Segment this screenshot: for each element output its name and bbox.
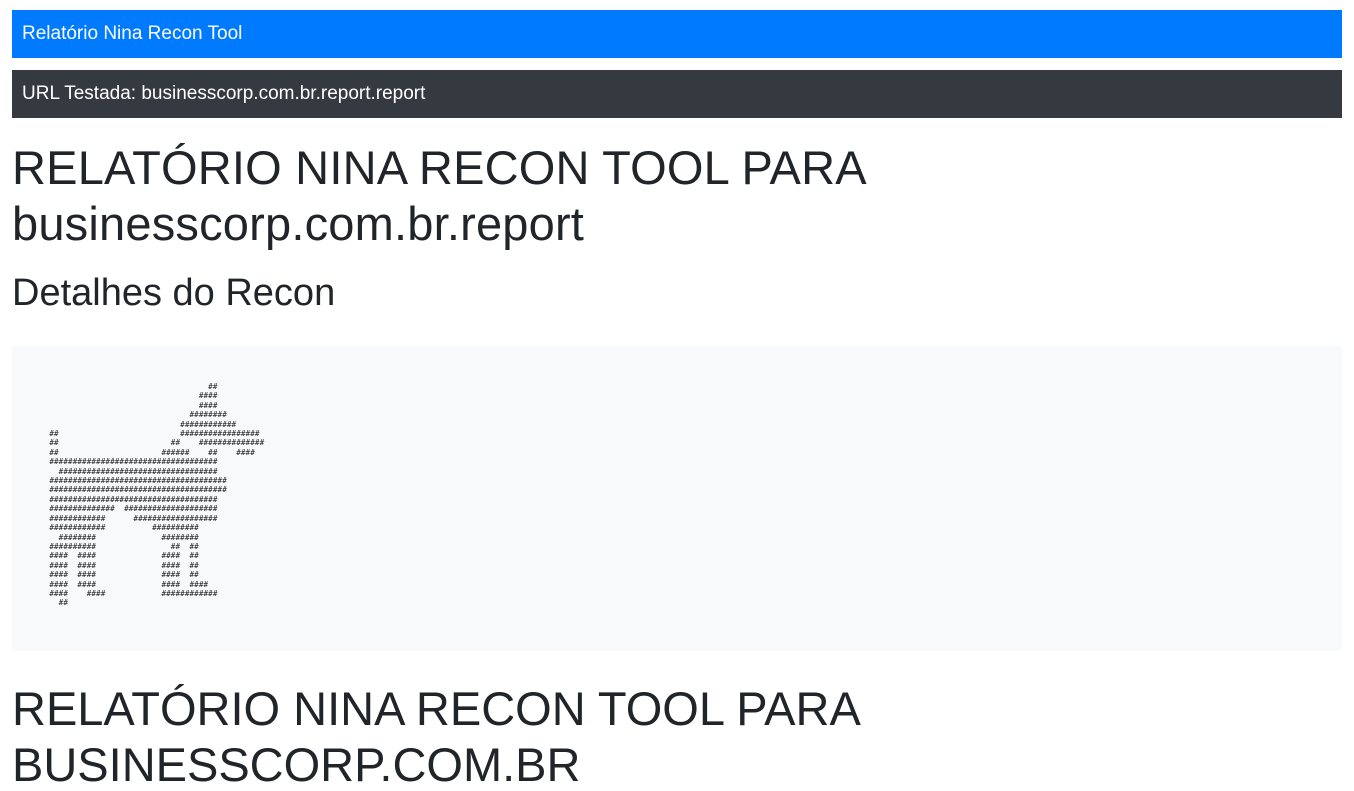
report-title-line2: businesscorp.com.br.report [12,197,585,250]
report-title-secondary-line2: BUSINESSCORP.COM.BR [12,738,581,791]
tested-url-text: URL Testada: businesscorp.com.br.report.… [22,83,426,104]
ascii-art-box: ## #### #### ######## ############ ## ##… [12,346,1342,651]
navbar-brand[interactable]: Relatório Nina Recon Tool [22,23,242,44]
report-title-secondary: RELATÓRIO NINA RECON TOOL PARA BUSINESSC… [12,681,1342,791]
ascii-art: ## #### #### ######## ############ ## ##… [49,382,265,608]
url-bar: URL Testada: businesscorp.com.br.report.… [12,70,1342,118]
report-title: RELATÓRIO NINA RECON TOOL PARA businessc… [12,140,1342,252]
recon-details-heading: Detalhes do Recon [12,272,336,314]
page-container: Relatório Nina Recon Tool URL Testada: b… [0,0,1354,791]
report-title-line1: RELATÓRIO NINA RECON TOOL PARA [12,141,867,194]
top-navbar: Relatório Nina Recon Tool [12,10,1342,58]
report-title-secondary-line1: RELATÓRIO NINA RECON TOOL PARA [12,682,861,735]
